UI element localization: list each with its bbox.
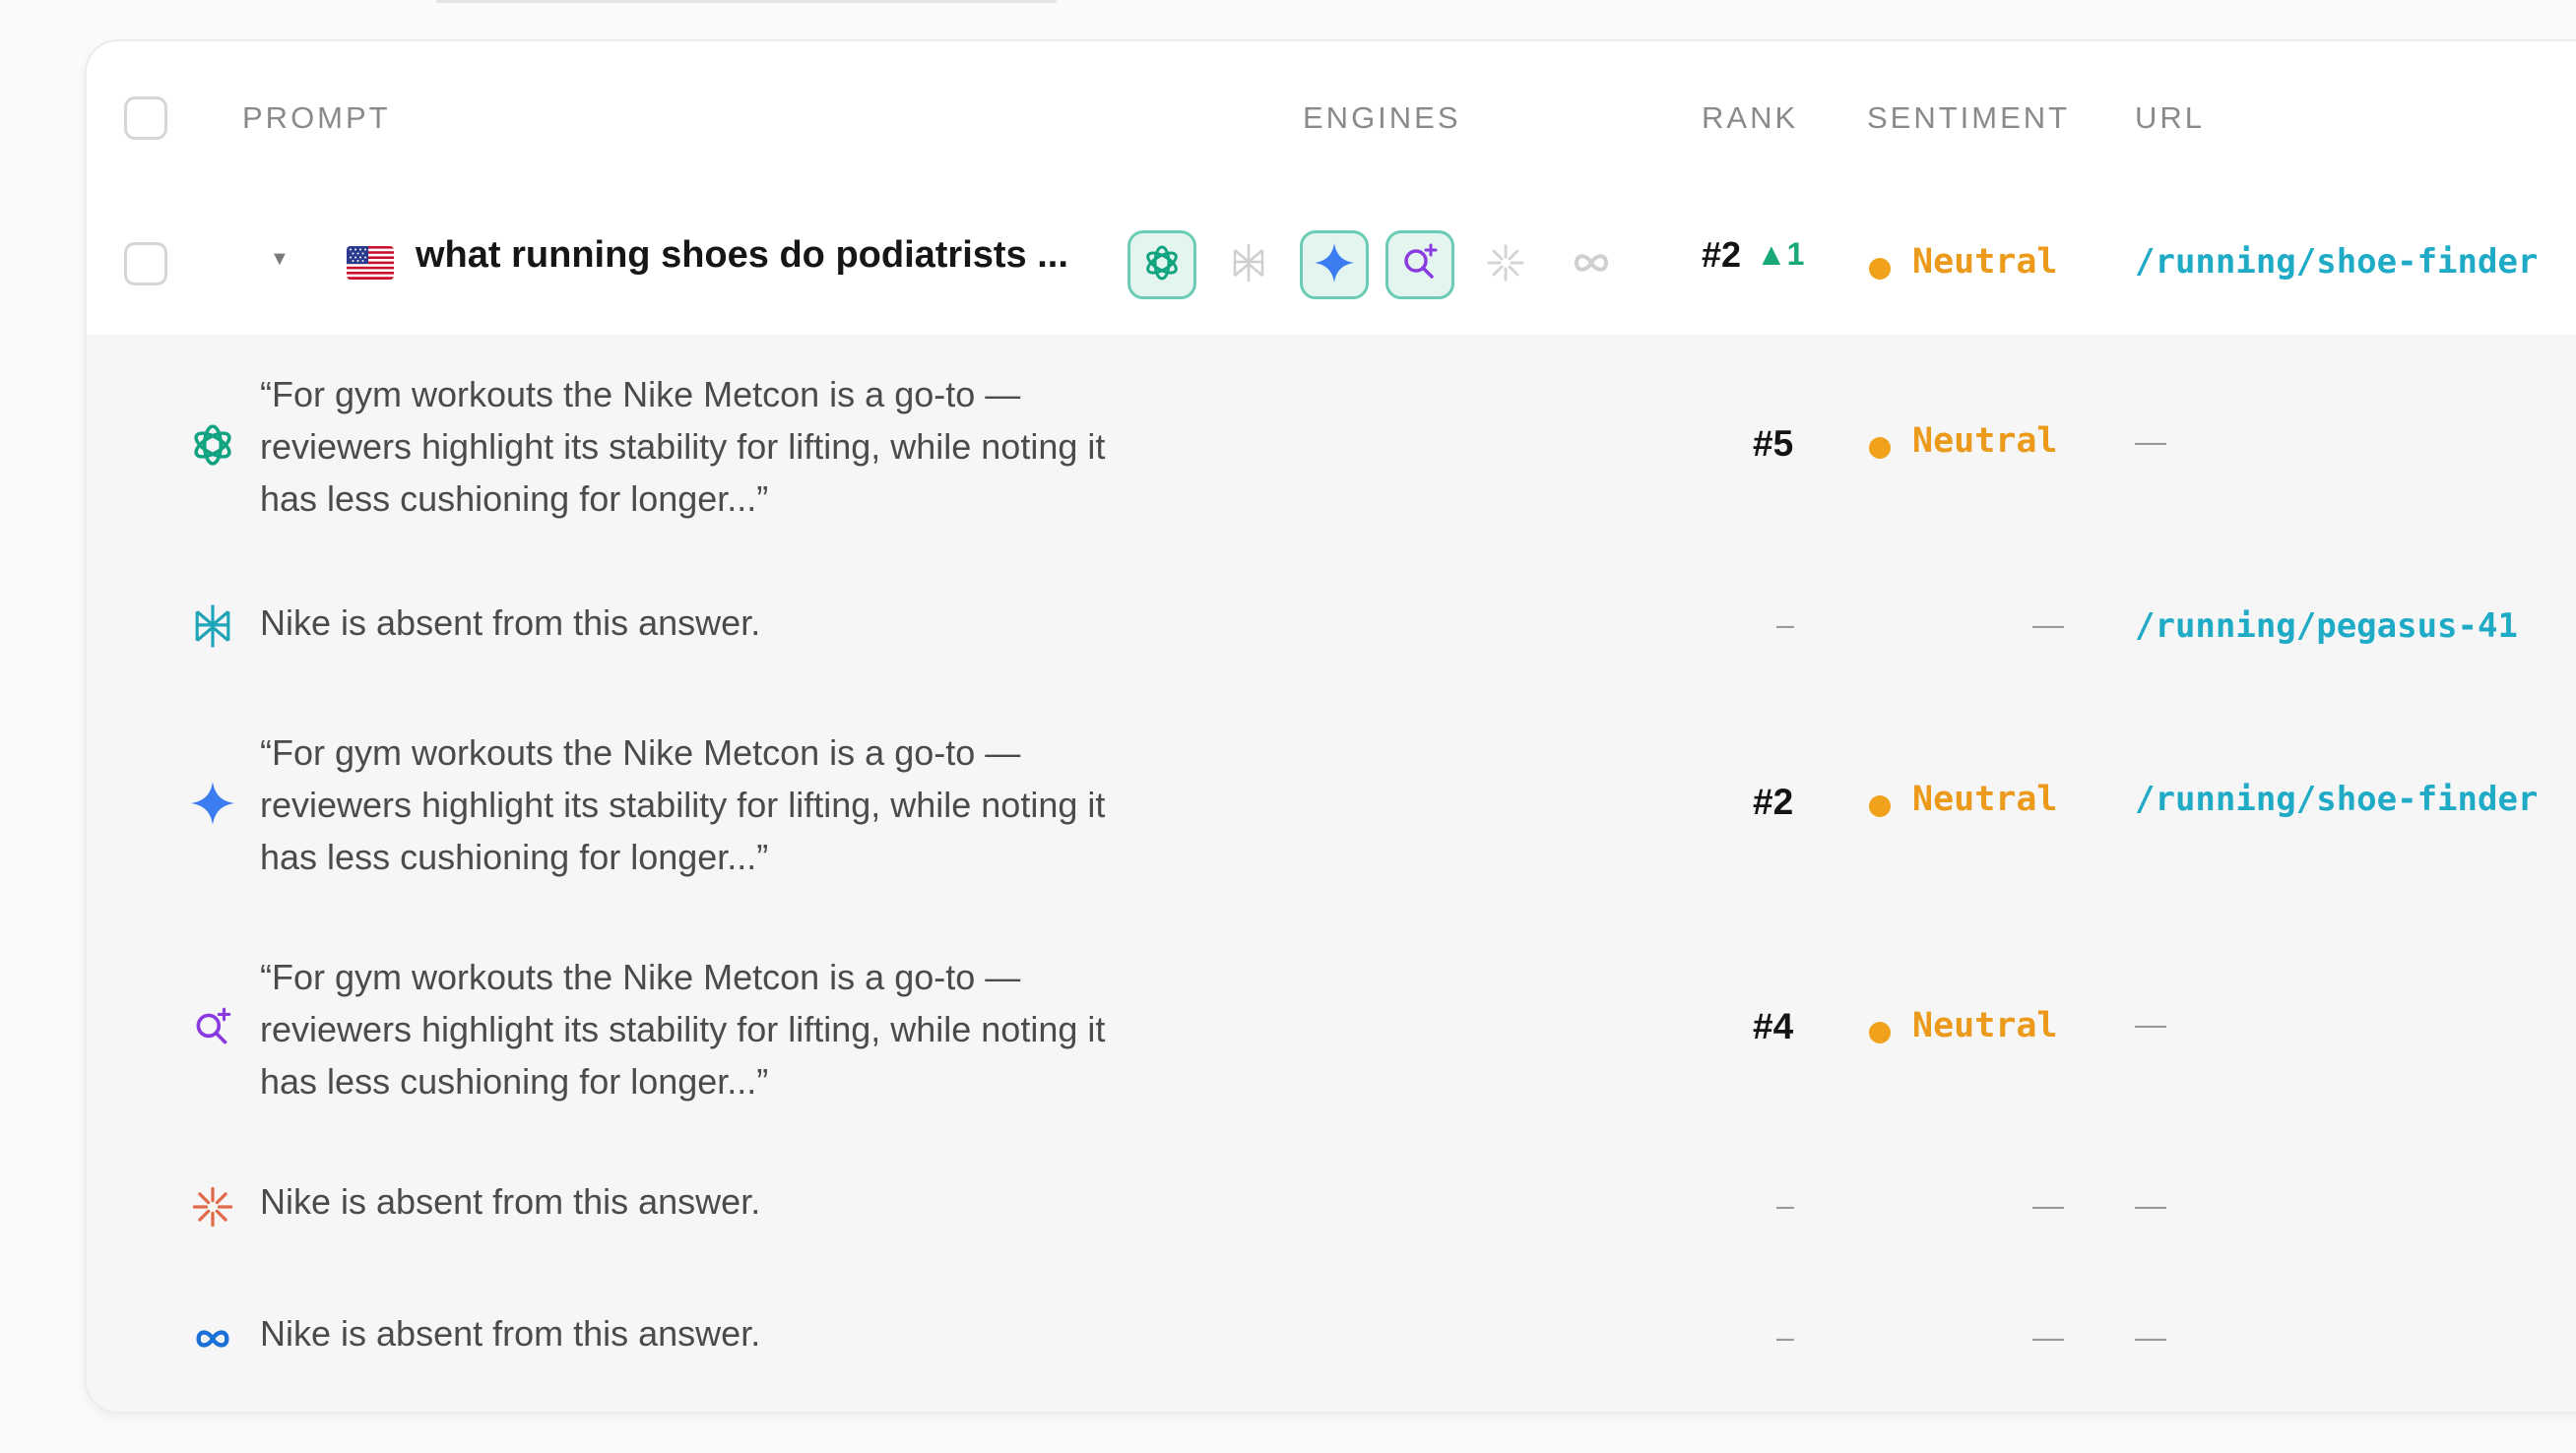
response-sentiment: — <box>2032 606 2064 642</box>
scrollbar-stub <box>436 0 1057 3</box>
response-row-gemini[interactable]: “For gym workouts the Nike Metcon is a g… <box>87 691 2576 917</box>
response-snippet: “For gym workouts the Nike Metcon is a g… <box>260 957 1106 1102</box>
meta-ai-icon <box>1569 248 1614 283</box>
response-rank: #4 <box>1753 1006 1794 1046</box>
response-url[interactable]: /running/shoe-finder <box>2135 780 2538 819</box>
response-rank: #5 <box>1753 423 1794 464</box>
table-header: PROMPT ENGINES RANK SENTIMENT URL <box>87 41 2576 197</box>
response-rank: – <box>1776 1187 1794 1223</box>
engine-claude-toggle[interactable] <box>1471 230 1540 299</box>
response-rank: #2 <box>1753 782 1794 822</box>
meta-ai-icon <box>185 1311 240 1366</box>
expand-caret-icon[interactable]: ▼ <box>270 248 290 271</box>
engine-chatgpt-toggle[interactable] <box>1127 230 1196 299</box>
engine-perplexity-toggle[interactable] <box>1214 230 1283 299</box>
perplexity-icon <box>185 599 240 654</box>
response-url[interactable]: /running/pegasus-41 <box>2135 606 2518 646</box>
sentiment-dot <box>1869 258 1891 280</box>
prompt-row[interactable]: ▼ what running shoes do podiatrists ... … <box>87 195 2576 337</box>
response-snippet: “For gym workouts the Nike Metcon is a g… <box>260 374 1106 519</box>
response-snippet: Nike is absent from this answer. <box>260 1313 761 1354</box>
engine-gemini-toggle[interactable] <box>1300 230 1369 299</box>
header-prompt[interactable]: PROMPT <box>242 41 391 195</box>
prompt-rank: #2 <box>1702 234 1742 275</box>
header-sentiment[interactable]: SENTIMENT <box>1867 41 2070 195</box>
response-row-perplexity[interactable]: Nike is absent from this answer. – — /ru… <box>87 559 2576 693</box>
response-snippet: Nike is absent from this answer. <box>260 602 761 643</box>
response-row-meta-ai[interactable]: Nike is absent from this answer. – — — <box>87 1272 2576 1412</box>
response-sentiment: — <box>2032 1187 2064 1223</box>
response-url: — <box>2135 1187 2166 1223</box>
sentiment-dot <box>1869 437 1891 459</box>
perplexity-icon <box>1226 240 1271 290</box>
select-all-checkbox[interactable] <box>124 96 167 140</box>
row-checkbox[interactable] <box>124 242 167 285</box>
ai-search-icon <box>185 1000 240 1055</box>
response-sentiment: Neutral <box>1912 421 2058 461</box>
response-sentiment: — <box>2032 1319 2064 1355</box>
prompt-url[interactable]: /running/shoe-finder <box>2135 242 2538 282</box>
response-row-chatgpt[interactable]: “For gym workouts the Nike Metcon is a g… <box>87 335 2576 561</box>
prompt-text[interactable]: what running shoes do podiatrists ... <box>416 234 1068 277</box>
gemini-icon <box>1313 241 1356 289</box>
response-sentiment: Neutral <box>1912 780 2058 819</box>
response-row-claude[interactable]: Nike is absent from this answer. – — — <box>87 1140 2576 1274</box>
header-url[interactable]: URL <box>2135 41 2205 195</box>
response-sentiment: Neutral <box>1912 1006 2058 1045</box>
response-snippet: “For gym workouts the Nike Metcon is a g… <box>260 732 1106 877</box>
prompts-table: PROMPT ENGINES RANK SENTIMENT URL ▼ what… <box>85 39 2576 1414</box>
response-snippet: Nike is absent from this answer. <box>260 1181 761 1222</box>
prompt-sentiment: Neutral <box>1912 242 2058 282</box>
header-engines[interactable]: ENGINES <box>1303 41 1461 195</box>
response-url: — <box>2135 423 2166 459</box>
us-flag-icon <box>347 246 394 280</box>
sentiment-dot <box>1869 1022 1891 1043</box>
chatgpt-icon <box>1140 241 1184 289</box>
engine-meta-ai-toggle[interactable] <box>1557 230 1626 299</box>
gemini-icon <box>185 776 240 831</box>
sentiment-dot <box>1869 795 1891 817</box>
ai-search-icon <box>1398 241 1442 289</box>
claude-icon <box>185 1179 240 1234</box>
chatgpt-icon <box>185 417 240 473</box>
response-rank: – <box>1776 1319 1794 1355</box>
response-rank: – <box>1776 606 1794 642</box>
claude-icon <box>1484 241 1527 289</box>
response-url: — <box>2135 1319 2166 1355</box>
rank-change: ▲1 <box>1756 236 1805 272</box>
response-row-ai-search[interactable]: “For gym workouts the Nike Metcon is a g… <box>87 916 2576 1142</box>
response-url: — <box>2135 1006 2166 1042</box>
header-rank[interactable]: RANK <box>1702 41 1798 195</box>
engine-ai-search-toggle[interactable] <box>1385 230 1454 299</box>
